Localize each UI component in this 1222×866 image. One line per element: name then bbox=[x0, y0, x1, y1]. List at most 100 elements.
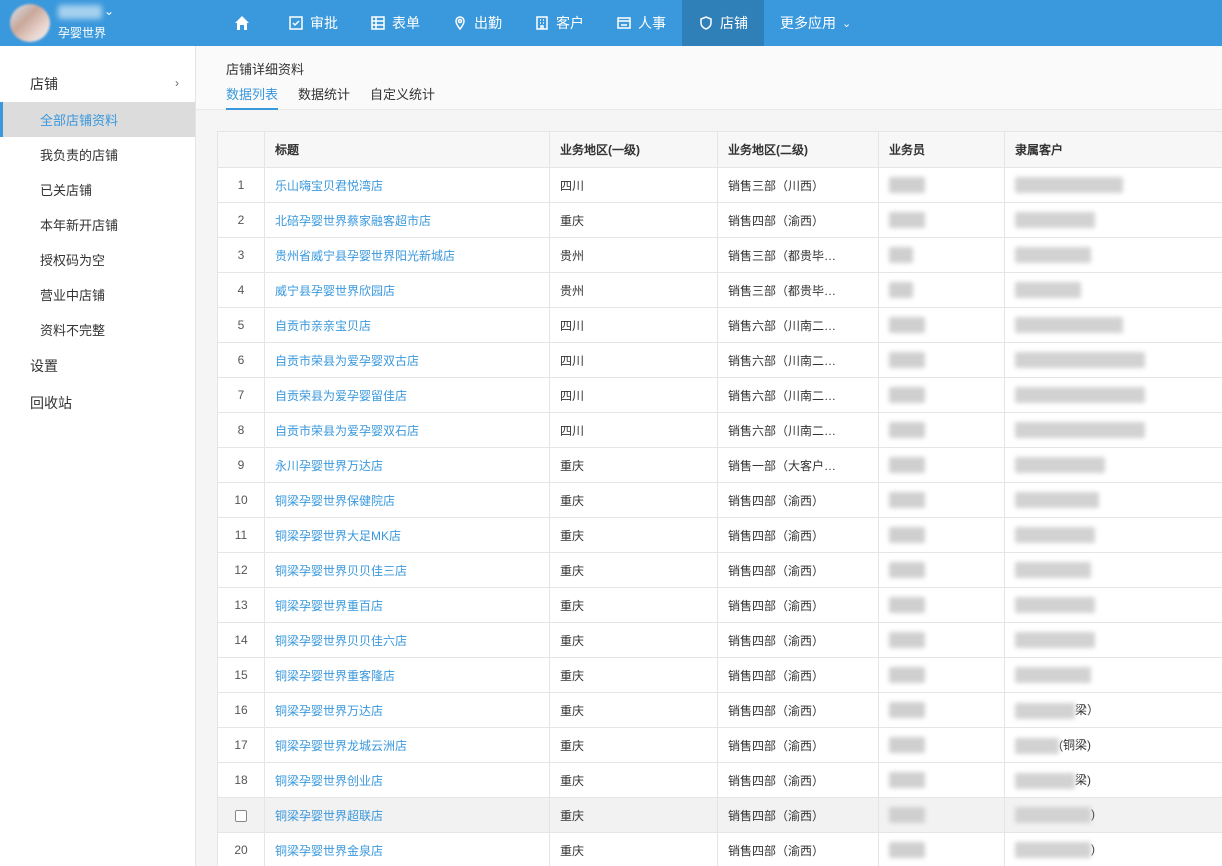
sidebar-item-settings[interactable]: 设置 bbox=[0, 347, 195, 384]
tab-data-stats[interactable]: 数据统计 bbox=[298, 84, 350, 110]
nav-stores[interactable]: 店铺 bbox=[682, 0, 764, 46]
sidebar-item-label: 本年新开店铺 bbox=[40, 218, 119, 233]
table-row[interactable]: 18 铜梁孕婴世界创业店 重庆 销售四部（渝西） 梁) bbox=[217, 762, 1222, 798]
region-1-cell: 四川 bbox=[549, 342, 718, 378]
table-row[interactable]: 铜梁孕婴世界超联店 重庆 销售四部（渝西）) bbox=[217, 797, 1222, 833]
tab-custom-stats[interactable]: 自定义统计 bbox=[370, 84, 435, 110]
sidebar-item-label: 已关店铺 bbox=[40, 183, 93, 198]
store-title-link[interactable]: 自贡荣县为爱孕婴留佳店 bbox=[275, 389, 407, 403]
store-title-cell: 威宁县孕婴世界欣园店 bbox=[264, 272, 550, 308]
table-row[interactable]: 10 铜梁孕婴世界保健院店 重庆 销售四部（渝西） bbox=[217, 482, 1222, 518]
sidebar-item-open-stores[interactable]: 营业中店铺 bbox=[0, 277, 195, 312]
row-checkbox-cell bbox=[217, 797, 265, 833]
store-title-link[interactable]: 铜梁孕婴世界万达店 bbox=[275, 704, 383, 718]
salesperson-cell bbox=[878, 237, 1005, 273]
sidebar-item-recycle-bin[interactable]: 回收站 bbox=[0, 384, 195, 421]
store-title-link[interactable]: 铜梁孕婴世界金泉店 bbox=[275, 844, 383, 858]
page-title: 店铺详细资料 bbox=[226, 62, 305, 77]
table-row[interactable]: 1 乐山嗨宝贝君悦湾店 四川 销售三部（川西） bbox=[217, 167, 1222, 203]
sidebar-item-empty-auth-code[interactable]: 授权码为空 bbox=[0, 242, 195, 277]
row-index: 18 bbox=[217, 762, 265, 798]
sidebar-item-my-stores[interactable]: 我负责的店铺 bbox=[0, 137, 195, 172]
sidebar-item-incomplete[interactable]: 资料不完整 bbox=[0, 312, 195, 347]
column-header-salesperson[interactable]: 业务员 bbox=[878, 131, 1005, 168]
store-title-link[interactable]: 自贡市荣县为爱孕婴双古店 bbox=[275, 354, 419, 368]
table-row[interactable]: 9 永川孕婴世界万达店 重庆 销售一部（大客户… bbox=[217, 447, 1222, 483]
store-title-link[interactable]: 自贡市荣县为爱孕婴双石店 bbox=[275, 424, 419, 438]
store-title-link[interactable]: 铜梁孕婴世界龙城云洲店 bbox=[275, 739, 407, 753]
table-row[interactable]: 2 北碚孕婴世界蔡家融客超市店 重庆 销售四部（渝西） bbox=[217, 202, 1222, 238]
region-2-cell: 销售四部（渝西） bbox=[717, 832, 879, 866]
sidebar-group-stores[interactable]: 店铺 › bbox=[0, 66, 195, 102]
nav-forms[interactable]: 表单 bbox=[354, 0, 436, 46]
nav-attendance[interactable]: 出勤 bbox=[436, 0, 518, 46]
salesperson-redacted bbox=[889, 387, 925, 403]
store-title-link[interactable]: 贵州省威宁县孕婴世界阳光新城店 bbox=[275, 249, 455, 263]
column-header-region-2[interactable]: 业务地区(二级) bbox=[717, 131, 879, 168]
customer-cell bbox=[1004, 412, 1222, 448]
table-row[interactable]: 20 铜梁孕婴世界金泉店 重庆 销售四部（渝西）) bbox=[217, 832, 1222, 866]
sidebar-item-label: 设置 bbox=[30, 357, 58, 374]
store-title-link[interactable]: 永川孕婴世界万达店 bbox=[275, 459, 383, 473]
region-2-cell: 销售四部（渝西） bbox=[717, 762, 879, 798]
store-title-link[interactable]: 自贡市亲亲宝贝店 bbox=[275, 319, 371, 333]
customer-cell bbox=[1004, 167, 1222, 203]
table-row[interactable]: 5 自贡市亲亲宝贝店 四川 销售六部（川南二… bbox=[217, 307, 1222, 343]
nav-hr[interactable]: 人事 bbox=[600, 0, 682, 46]
sidebar-item-closed-stores[interactable]: 已关店铺 bbox=[0, 172, 195, 207]
store-title-link[interactable]: 乐山嗨宝贝君悦湾店 bbox=[275, 179, 383, 193]
top-navigation-bar: ⌄ 孕婴世界 审批 表单 出勤 客户 人事 店铺 更多应用 ⌄ bbox=[0, 0, 1222, 46]
salesperson-cell bbox=[878, 797, 1005, 833]
tab-data-list[interactable]: 数据列表 bbox=[226, 84, 279, 110]
store-title-link[interactable]: 铜梁孕婴世界重百店 bbox=[275, 599, 383, 613]
main-nav: 审批 表单 出勤 客户 人事 店铺 更多应用 ⌄ bbox=[218, 0, 867, 46]
customer-suffix: 梁) bbox=[1075, 773, 1091, 788]
store-title-link[interactable]: 铜梁孕婴世界大足MK店 bbox=[275, 529, 401, 543]
table-row[interactable]: 7 自贡荣县为爱孕婴留佳店 四川 销售六部（川南二… bbox=[217, 377, 1222, 413]
row-index: 1 bbox=[217, 167, 265, 203]
customer-cell bbox=[1004, 482, 1222, 518]
store-title-link[interactable]: 铜梁孕婴世界超联店 bbox=[275, 809, 383, 823]
salesperson-redacted bbox=[889, 177, 925, 193]
sidebar-item-new-this-year[interactable]: 本年新开店铺 bbox=[0, 207, 195, 242]
customer-cell bbox=[1004, 272, 1222, 308]
chevron-down-icon[interactable]: ⌄ bbox=[104, 4, 114, 18]
store-title-link[interactable]: 铜梁孕婴世界贝贝佳六店 bbox=[275, 634, 407, 648]
brand-switcher[interactable]: ⌄ 孕婴世界 bbox=[0, 0, 196, 46]
store-title-link[interactable]: 铜梁孕婴世界贝贝佳三店 bbox=[275, 564, 407, 578]
salesperson-cell bbox=[878, 727, 1005, 763]
nav-approval[interactable]: 审批 bbox=[272, 0, 354, 46]
table-row[interactable]: 16 铜梁孕婴世界万达店 重庆 销售四部（渝西） 梁） bbox=[217, 692, 1222, 728]
table-row[interactable]: 12 铜梁孕婴世界贝贝佳三店 重庆 销售四部（渝西） bbox=[217, 552, 1222, 588]
table-row[interactable]: 6 自贡市荣县为爱孕婴双古店 四川 销售六部（川南二… bbox=[217, 342, 1222, 378]
table-row[interactable]: 13 铜梁孕婴世界重百店 重庆 销售四部（渝西） bbox=[217, 587, 1222, 623]
region-2-cell: 销售六部（川南二… bbox=[717, 377, 879, 413]
column-header-region-1[interactable]: 业务地区(一级) bbox=[549, 131, 718, 168]
customer-redacted bbox=[1015, 352, 1145, 368]
nav-more-apps[interactable]: 更多应用 ⌄ bbox=[764, 0, 867, 46]
nav-hr-label: 人事 bbox=[638, 15, 666, 31]
row-checkbox[interactable] bbox=[235, 809, 247, 822]
store-title-link[interactable]: 铜梁孕婴世界重客隆店 bbox=[275, 669, 395, 683]
table-row[interactable]: 17 铜梁孕婴世界龙城云洲店 重庆 销售四部（渝西） (铜梁) bbox=[217, 727, 1222, 763]
store-title-link[interactable]: 铜梁孕婴世界保健院店 bbox=[275, 494, 395, 508]
column-header-customer[interactable]: 隶属客户 bbox=[1004, 131, 1222, 168]
column-header-title[interactable]: 标题 bbox=[264, 131, 550, 168]
store-title-link[interactable]: 北碚孕婴世界蔡家融客超市店 bbox=[275, 214, 431, 228]
table-row[interactable]: 11 铜梁孕婴世界大足MK店 重庆 销售四部（渝西） bbox=[217, 517, 1222, 553]
nav-home[interactable] bbox=[218, 0, 272, 46]
table-row[interactable]: 14 铜梁孕婴世界贝贝佳六店 重庆 销售四部（渝西） bbox=[217, 622, 1222, 658]
table-row[interactable]: 8 自贡市荣县为爱孕婴双石店 四川 销售六部（川南二… bbox=[217, 412, 1222, 448]
store-title-link[interactable]: 威宁县孕婴世界欣园店 bbox=[275, 284, 395, 298]
store-title-link[interactable]: 铜梁孕婴世界创业店 bbox=[275, 774, 383, 788]
region-2-cell: 销售六部（川南二… bbox=[717, 412, 879, 448]
row-index: 9 bbox=[217, 447, 265, 483]
sidebar-item-all-stores[interactable]: 全部店铺资料 bbox=[0, 102, 195, 137]
table-row[interactable]: 3 贵州省威宁县孕婴世界阳光新城店 贵州 销售三部（都贵毕… bbox=[217, 237, 1222, 273]
store-title-cell: 铜梁孕婴世界保健院店 bbox=[264, 482, 550, 518]
table-row[interactable]: 15 铜梁孕婴世界重客隆店 重庆 销售四部（渝西） bbox=[217, 657, 1222, 693]
customer-suffix: (铜梁) bbox=[1059, 738, 1091, 753]
nav-customers[interactable]: 客户 bbox=[518, 0, 600, 46]
chevron-down-icon: ⌄ bbox=[842, 17, 852, 30]
table-row[interactable]: 4 威宁县孕婴世界欣园店 贵州 销售三部（都贵毕… bbox=[217, 272, 1222, 308]
